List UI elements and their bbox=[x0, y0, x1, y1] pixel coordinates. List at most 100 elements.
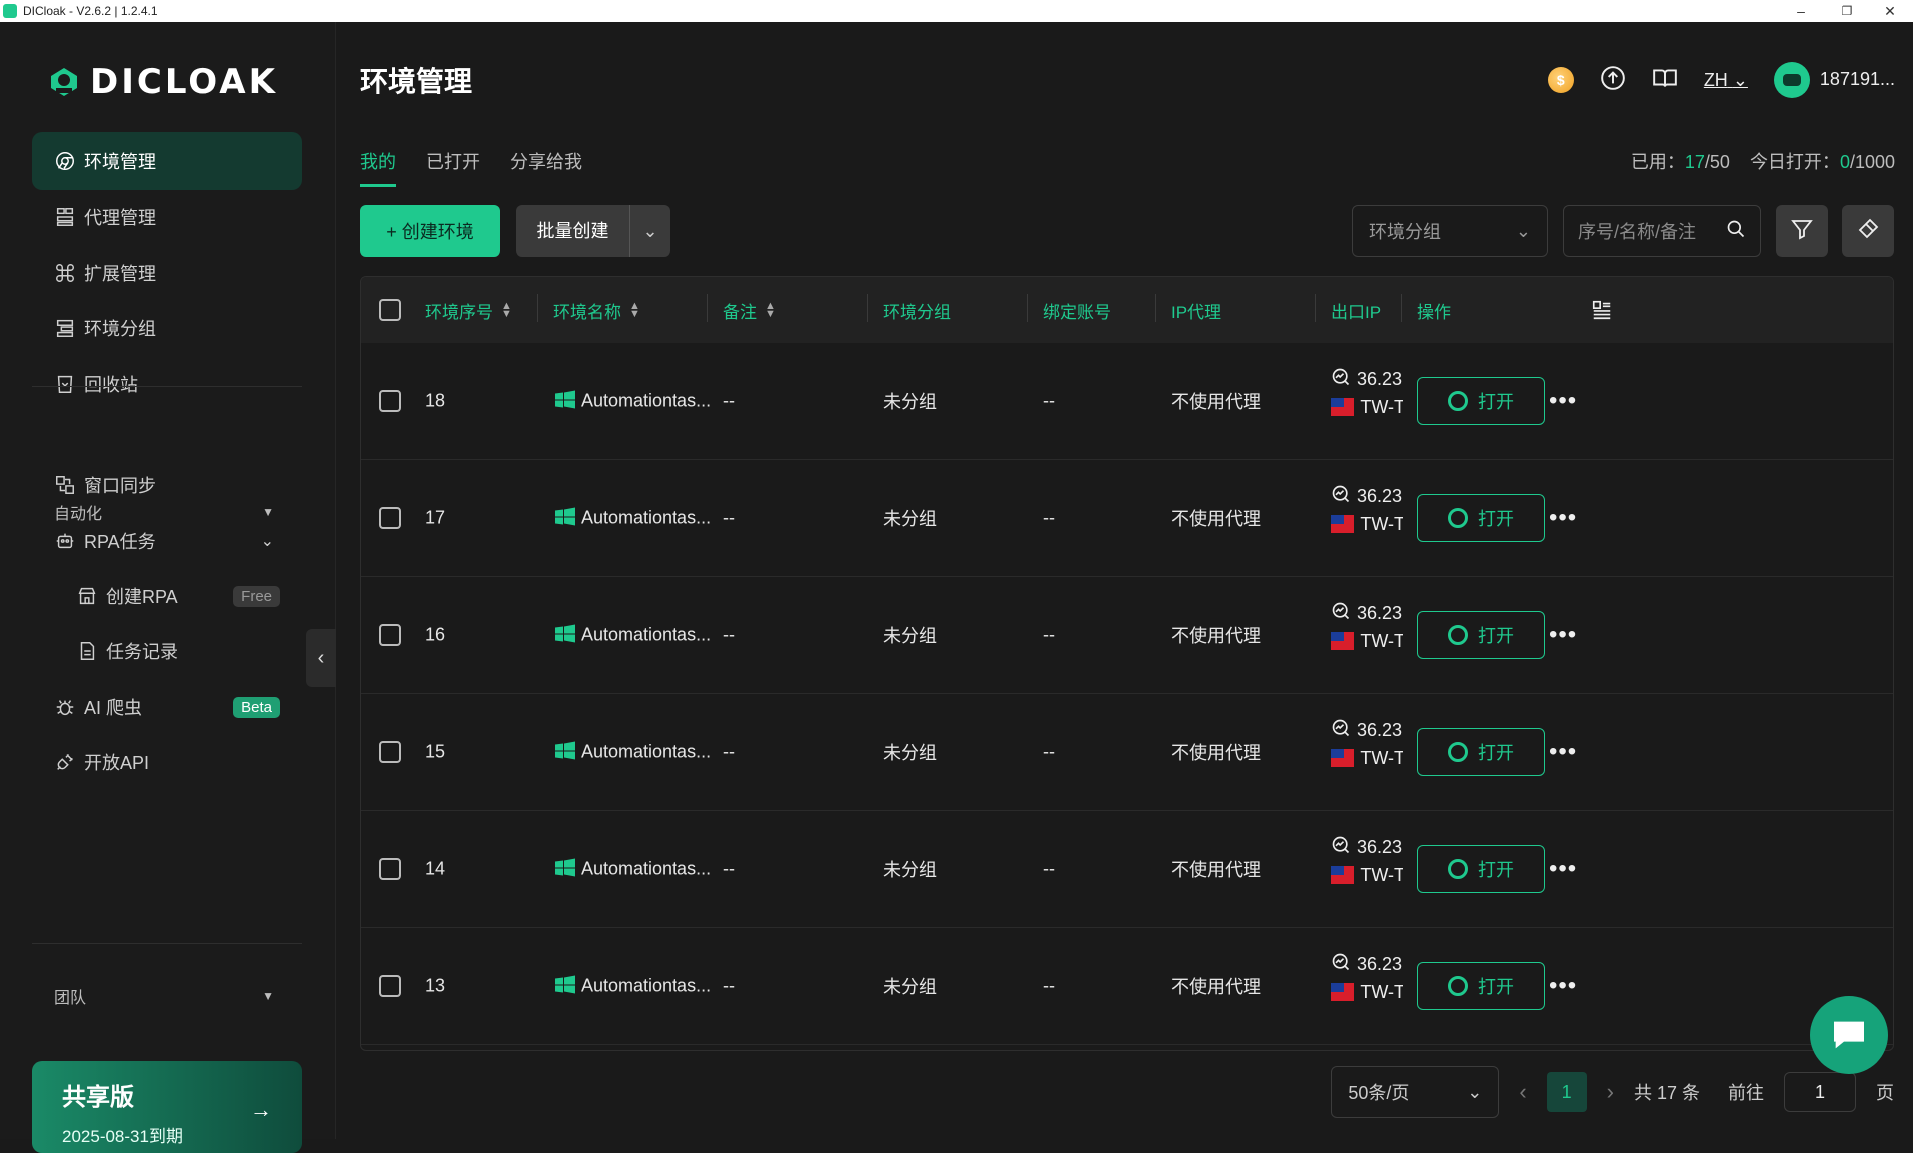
tab-opened[interactable]: 已打开 bbox=[426, 148, 480, 187]
caret-down-icon: ▼ bbox=[262, 989, 274, 1003]
maximize-button[interactable]: ❐ bbox=[1824, 0, 1870, 22]
column-header-name[interactable]: 环境名称 ▲ ▼ bbox=[537, 293, 640, 323]
minimize-button[interactable]: – bbox=[1778, 0, 1824, 22]
column-label: 环境分组 bbox=[883, 302, 951, 322]
filter-button[interactable] bbox=[1776, 205, 1828, 257]
open-environment-button[interactable]: 打开 bbox=[1417, 728, 1545, 776]
column-header-id[interactable]: 环境序号 ▲ ▼ bbox=[425, 298, 512, 323]
clean-button[interactable] bbox=[1842, 205, 1894, 257]
plug-icon bbox=[54, 751, 76, 773]
sidebar-collapse-button[interactable]: ‹ bbox=[306, 629, 336, 687]
row-checkbox[interactable] bbox=[379, 624, 401, 646]
language-label: ZH bbox=[1703, 69, 1728, 90]
row-checkbox[interactable] bbox=[379, 390, 401, 412]
group-filter-select[interactable]: 环境分组 ⌄ bbox=[1352, 205, 1548, 257]
more-options-icon[interactable]: ••• bbox=[1549, 972, 1577, 1000]
more-options-icon[interactable]: ••• bbox=[1549, 504, 1577, 532]
open-environment-button[interactable]: 打开 bbox=[1417, 611, 1545, 659]
column-header-account: 绑定账号 bbox=[1027, 293, 1111, 323]
more-options-icon[interactable]: ••• bbox=[1549, 738, 1577, 766]
tab-shared[interactable]: 分享给我 bbox=[510, 148, 582, 187]
env-id: 17 bbox=[425, 507, 446, 528]
env-name-text: Automationtas... bbox=[581, 741, 712, 762]
batch-create-button[interactable]: 批量创建 ⌄ bbox=[516, 205, 670, 257]
page-number-button[interactable]: 1 bbox=[1546, 1072, 1587, 1112]
search-input[interactable]: 序号/名称/备注 bbox=[1563, 205, 1761, 257]
env-note: -- bbox=[723, 390, 735, 411]
create-environment-button[interactable]: + 创建环境 bbox=[360, 205, 500, 257]
column-header-note[interactable]: 备注 ▲ ▼ bbox=[707, 293, 776, 323]
store-icon bbox=[76, 585, 98, 607]
prev-page-button[interactable]: ‹ bbox=[1519, 1079, 1526, 1105]
env-name[interactable]: Automationtas... bbox=[555, 975, 711, 997]
env-name[interactable]: Automationtas... bbox=[555, 507, 711, 529]
chat-support-button[interactable] bbox=[1810, 996, 1888, 1074]
taiwan-flag-icon bbox=[1331, 515, 1355, 533]
ip-check-icon bbox=[1331, 367, 1351, 392]
env-group: 未分组 bbox=[883, 977, 937, 997]
more-options-icon[interactable]: ••• bbox=[1549, 855, 1577, 883]
user-menu[interactable]: 187191... bbox=[1773, 62, 1895, 98]
sidebar-item-proxy[interactable]: 代理管理 bbox=[32, 188, 302, 246]
open-environment-button[interactable]: 打开 bbox=[1417, 377, 1545, 425]
env-name[interactable]: Automationtas... bbox=[555, 624, 712, 646]
env-id: 16 bbox=[425, 624, 446, 645]
used-count: 17 bbox=[1684, 152, 1705, 172]
table-row: 18 Automationtas... -- 未分组 -- 不使用代理 36.2… bbox=[361, 343, 1893, 460]
env-name[interactable]: Automationtas... bbox=[555, 858, 711, 880]
chevron-down-icon[interactable]: ⌄ bbox=[630, 221, 670, 242]
window-title: DICloak - V2.6.2 | 1.2.4.1 bbox=[23, 4, 158, 18]
next-page-button[interactable]: › bbox=[1607, 1079, 1614, 1105]
goto-page-input[interactable]: 1 bbox=[1784, 1072, 1856, 1112]
row-checkbox[interactable] bbox=[379, 975, 401, 997]
open-environment-button[interactable]: 打开 bbox=[1417, 845, 1545, 893]
open-environment-button[interactable]: 打开 bbox=[1417, 494, 1545, 542]
windows-icon bbox=[555, 858, 575, 877]
today-total: /1000 bbox=[1849, 152, 1895, 172]
table-row: 14 Automationtas... -- 未分组 -- 不使用代理 36.2… bbox=[361, 811, 1893, 928]
language-select[interactable]: ZH ⌄ bbox=[1704, 70, 1748, 91]
filter-icon bbox=[1790, 217, 1814, 246]
plan-card[interactable]: 共享版 2025-08-31到期 → bbox=[32, 1061, 302, 1153]
env-proxy: 不使用代理 bbox=[1171, 743, 1261, 763]
row-checkbox[interactable] bbox=[379, 858, 401, 880]
more-options-icon[interactable]: ••• bbox=[1549, 387, 1577, 415]
sidebar-item-create-rpa[interactable]: 创建RPA Free bbox=[32, 567, 302, 625]
open-label: 打开 bbox=[1478, 977, 1514, 997]
team-label: 团队 bbox=[54, 990, 87, 1007]
coin-icon[interactable]: $ bbox=[1547, 67, 1574, 93]
env-account: -- bbox=[1043, 624, 1055, 645]
more-options-icon[interactable]: ••• bbox=[1549, 621, 1577, 649]
book-icon[interactable] bbox=[1652, 65, 1678, 96]
env-name[interactable]: Automationtas... bbox=[555, 390, 711, 412]
sidebar-item-extensions[interactable]: 扩展管理 bbox=[32, 244, 302, 302]
sidebar-item-environments[interactable]: 环境管理 bbox=[32, 132, 302, 190]
chat-icon bbox=[1834, 1021, 1864, 1049]
sidebar-item-rpa-task[interactable]: RPA任务 ⌄ bbox=[32, 512, 302, 570]
sidebar-item-window-sync[interactable]: 窗口同步 bbox=[32, 456, 302, 514]
proxy-icon bbox=[54, 206, 76, 228]
username: 187191... bbox=[1819, 68, 1895, 89]
row-checkbox[interactable] bbox=[379, 741, 401, 763]
env-name-text: Automationtas... bbox=[581, 624, 712, 645]
sidebar-item-ai-crawler[interactable]: AI 爬虫 Beta bbox=[32, 678, 302, 736]
windows-icon bbox=[555, 507, 575, 526]
divider bbox=[32, 386, 302, 387]
header-actions: $ ZH ⌄ 187191... bbox=[1547, 62, 1895, 98]
select-all-checkbox[interactable] bbox=[379, 299, 401, 321]
close-button[interactable]: ✕ bbox=[1867, 0, 1913, 22]
upload-icon[interactable] bbox=[1600, 65, 1626, 96]
column-label: 绑定账号 bbox=[1043, 302, 1111, 322]
sidebar-item-groups[interactable]: 环境分组 bbox=[32, 299, 302, 357]
sidebar-item-open-api[interactable]: 开放API bbox=[32, 733, 302, 791]
open-environment-button[interactable]: 打开 bbox=[1417, 962, 1545, 1010]
sidebar-item-task-records[interactable]: 任务记录 bbox=[32, 622, 302, 680]
tab-mine[interactable]: 我的 bbox=[360, 148, 396, 187]
column-settings-icon[interactable] bbox=[1591, 299, 1613, 321]
row-checkbox[interactable] bbox=[379, 507, 401, 529]
env-account: -- bbox=[1043, 390, 1055, 411]
page-size-select[interactable]: 50条/页 ⌄ bbox=[1331, 1066, 1500, 1118]
sidebar-item-trash[interactable]: 回收站 bbox=[32, 355, 302, 413]
team-section[interactable]: 团队 ▼ bbox=[54, 984, 274, 1008]
env-name[interactable]: Automationtas... bbox=[555, 741, 712, 763]
